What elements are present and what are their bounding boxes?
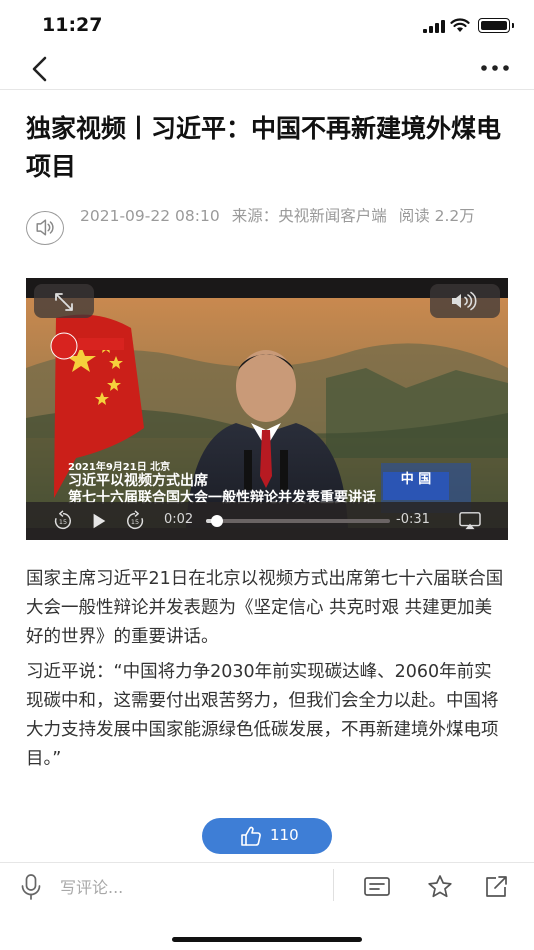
speaker-icon xyxy=(36,219,54,236)
like-button[interactable]: 110 xyxy=(202,818,332,854)
back-button[interactable] xyxy=(26,54,54,84)
article-paragraph-1: 国家主席习近平21日在北京以视频方式出席第七十六届联合国大会一般性辩论并发表题为… xyxy=(26,569,504,647)
nav-bar xyxy=(0,48,534,90)
time-remaining: -0:31 xyxy=(396,512,430,527)
like-count: 110 xyxy=(270,826,299,844)
fullscreen-button[interactable] xyxy=(34,284,94,318)
comment-input[interactable] xyxy=(60,873,330,901)
svg-text:15: 15 xyxy=(131,518,139,526)
forward-15-icon[interactable]: 15 xyxy=(124,510,146,532)
country-label: 中 国 xyxy=(383,472,449,500)
article-title: 独家视频丨习近平：中国不再新建境外煤电项目 xyxy=(26,114,502,181)
status-time: 11:27 xyxy=(42,14,103,36)
read-count: 阅读 2.2万 xyxy=(398,207,475,225)
airplay-icon[interactable] xyxy=(458,511,482,531)
star-icon[interactable] xyxy=(426,873,454,901)
status-bar: 11:27 xyxy=(0,0,534,48)
divider xyxy=(333,869,334,901)
thumbs-up-icon xyxy=(241,826,261,846)
home-indicator xyxy=(172,937,362,942)
volume-icon xyxy=(452,291,477,311)
time-current: 0:02 xyxy=(164,512,194,527)
wifi-icon xyxy=(450,18,470,32)
article-meta: 2021-09-22 08:10 来源：央视新闻客户端 阅读 2.2万 xyxy=(80,204,510,229)
comment-icon[interactable] xyxy=(363,873,391,901)
volume-button[interactable] xyxy=(430,284,500,318)
bottom-bar xyxy=(0,862,534,950)
share-icon[interactable] xyxy=(482,873,510,901)
progress-bar[interactable] xyxy=(206,515,390,527)
video-controls: 15 15 0:02 -0:31 xyxy=(26,502,508,540)
read-aloud-button[interactable] xyxy=(26,211,64,245)
play-icon[interactable] xyxy=(90,512,108,530)
signal-icon xyxy=(423,20,445,33)
rewind-15-icon[interactable]: 15 xyxy=(52,510,74,532)
article-paragraph-2: 习近平说：“中国将力争2030年前实现碳达峰、2060年前实现碳中和，这需要付出… xyxy=(26,662,499,769)
progress-knob[interactable] xyxy=(211,515,224,527)
video-player[interactable]: 2021年9月21日 北京 习近平以视频方式出席 第七十六届联合国大会一般性辩论… xyxy=(26,278,508,540)
battery-icon xyxy=(478,18,514,33)
expand-icon xyxy=(55,293,73,311)
more-dots-icon[interactable] xyxy=(478,56,512,80)
article-source: 来源：央视新闻客户端 xyxy=(231,207,387,225)
publish-date: 2021-09-22 08:10 xyxy=(80,207,220,225)
svg-text:15: 15 xyxy=(59,518,67,526)
microphone-icon[interactable] xyxy=(18,873,44,901)
